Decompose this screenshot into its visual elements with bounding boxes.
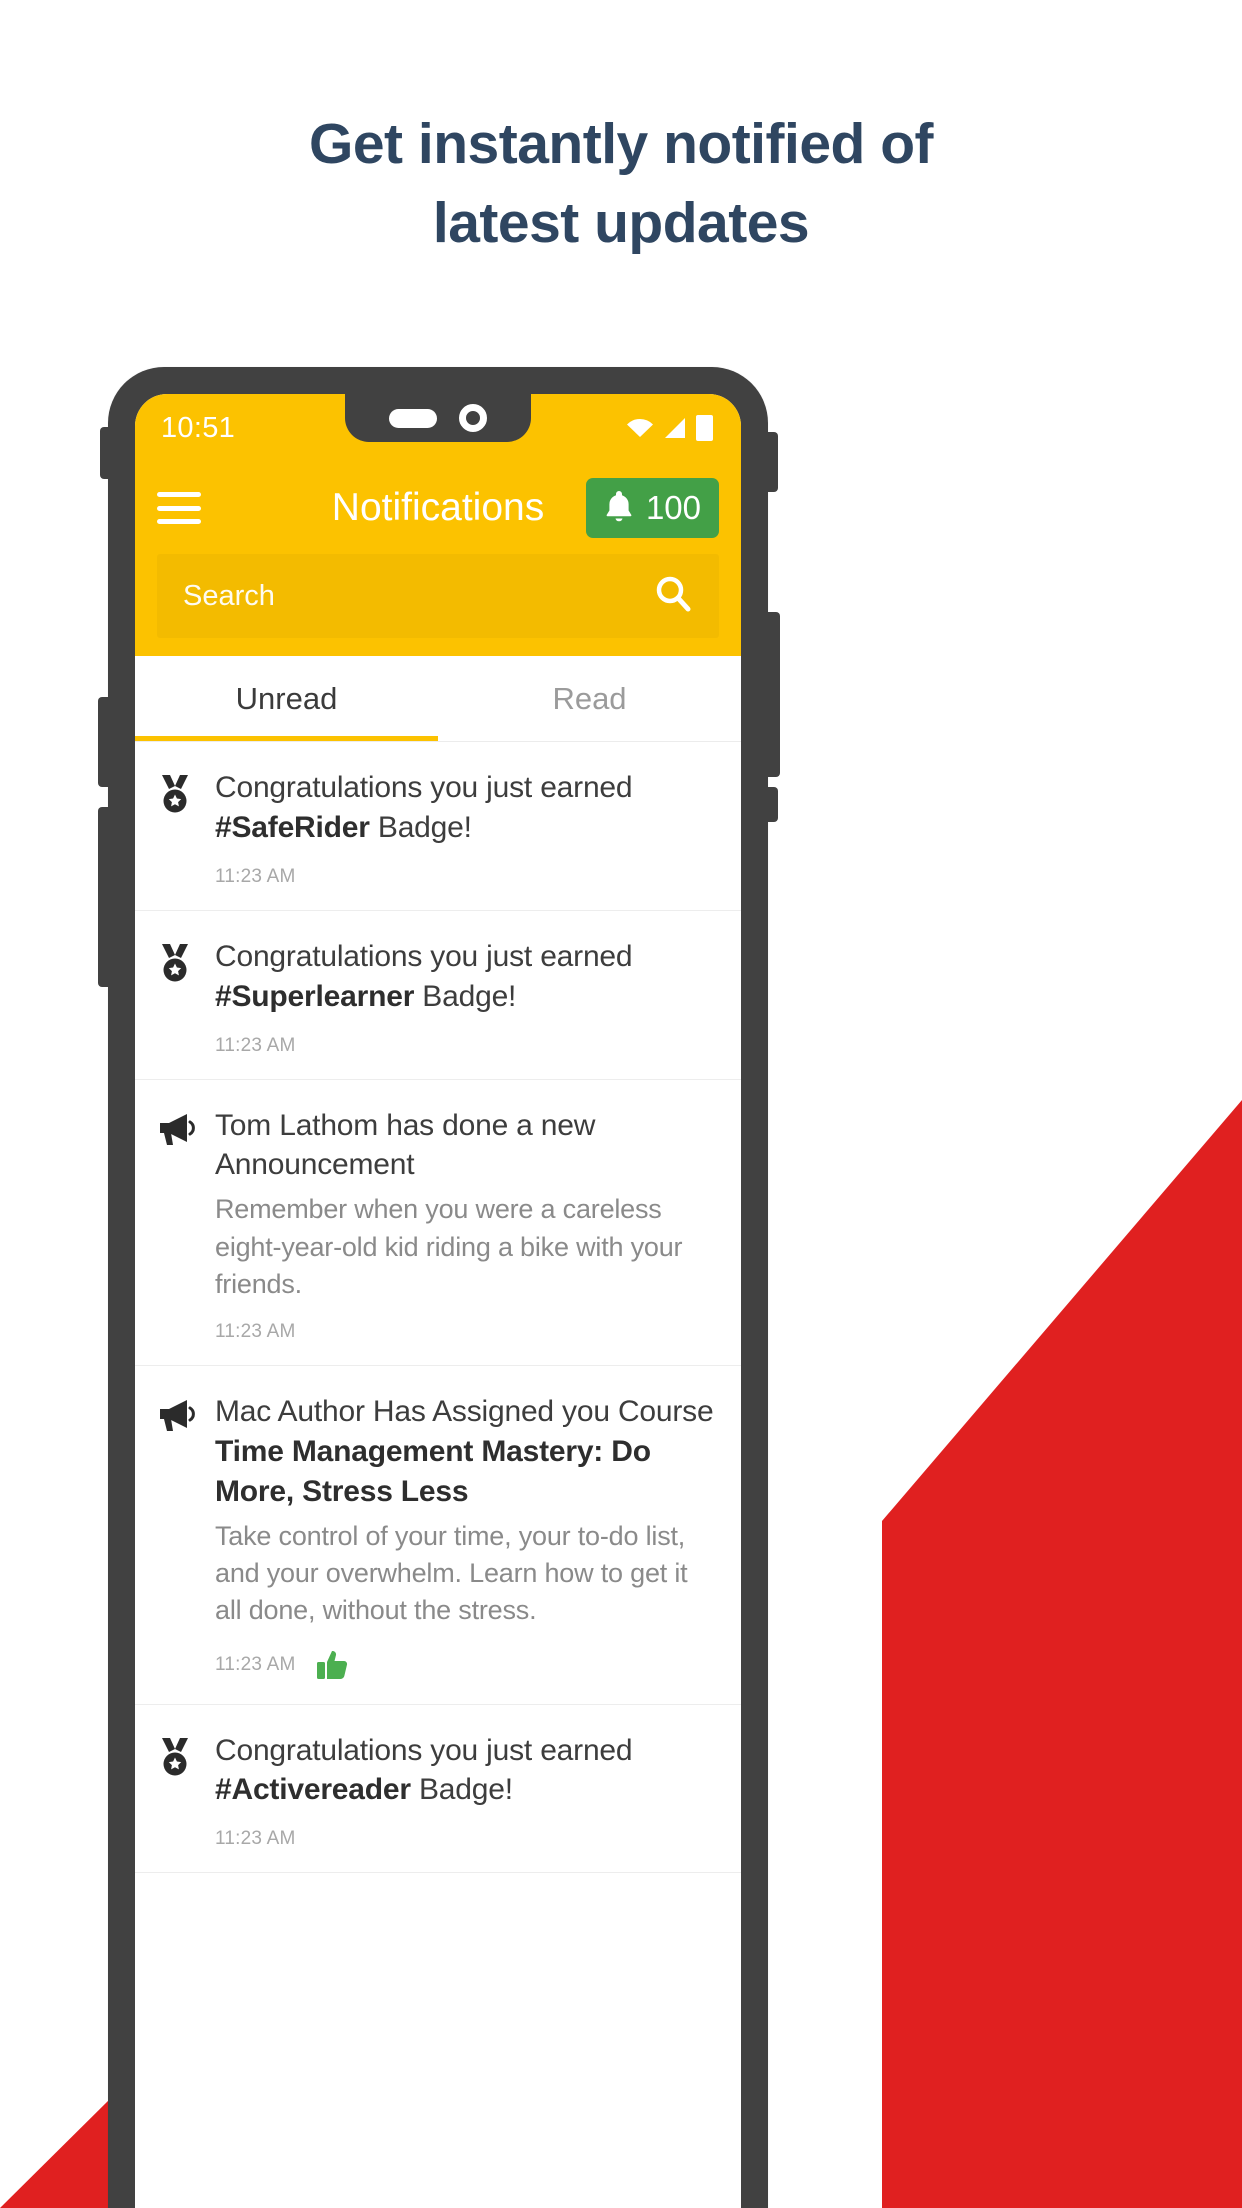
notification-title: Congratulations you just earned #Activer… — [215, 1733, 633, 1807]
notification-timestamp: 11:23 AM — [215, 1034, 296, 1056]
wifi-icon — [626, 418, 654, 438]
notification-item[interactable]: Congratulations you just earned #Superle… — [135, 911, 741, 1080]
notification-meta: 11:23 AM — [215, 1321, 715, 1343]
notification-body: Congratulations you just earned #Activer… — [215, 1731, 715, 1851]
phone-button-volume-down — [98, 807, 110, 987]
notification-item[interactable]: Tom Lathom has done a new Announcement Re… — [135, 1080, 741, 1367]
app-bar: Notifications 100 — [135, 462, 741, 554]
thumbs-up-icon[interactable] — [315, 1648, 349, 1682]
phone-screen: 10:51 Notifications 100 Search Unread Re… — [135, 394, 741, 2208]
status-bar-time: 10:51 — [161, 411, 236, 444]
notification-item[interactable]: Congratulations you just earned #SafeRid… — [135, 742, 741, 911]
front-camera — [459, 404, 487, 432]
notification-body: Congratulations you just earned #SafeRid… — [215, 768, 715, 888]
search-area: Search — [135, 554, 741, 656]
notification-count-badge[interactable]: 100 — [585, 478, 719, 538]
notification-timestamp: 11:23 AM — [215, 1653, 296, 1675]
search-icon[interactable] — [653, 574, 693, 619]
notification-description: Remember when you were a careless eight-… — [215, 1194, 683, 1299]
search-input[interactable]: Search — [183, 580, 653, 613]
megaphone-icon — [157, 1392, 197, 1681]
page-title: Get instantly notified of latest updates — [0, 105, 1242, 262]
phone-button-right-top — [766, 432, 778, 492]
phone-notch — [345, 394, 531, 442]
notification-title: Congratulations you just earned #Superle… — [215, 939, 633, 1013]
search-bar[interactable]: Search — [157, 554, 719, 638]
tab-unread[interactable]: Unread — [135, 656, 438, 741]
decorative-red-shape-right — [882, 1100, 1242, 2208]
notification-body: Mac Author Has Assigned you Course Time … — [215, 1392, 715, 1681]
tab-read[interactable]: Read — [438, 656, 741, 741]
notification-title: Mac Author Has Assigned you Course Time … — [215, 1395, 714, 1508]
headline-line-1: Get instantly notified of — [309, 112, 934, 176]
notification-description: Take control of your time, your to-do li… — [215, 1520, 688, 1626]
notification-tabs: Unread Read — [135, 656, 741, 742]
promo-screenshot: Get instantly notified of latest updates… — [0, 0, 1242, 2208]
phone-frame: 10:51 Notifications 100 Search Unread Re… — [98, 367, 780, 2208]
headline-line-2: latest updates — [432, 190, 810, 255]
battery-icon — [696, 415, 713, 441]
phone-button-power — [766, 612, 780, 777]
signal-icon — [663, 417, 687, 439]
status-bar-icons — [626, 415, 715, 441]
notification-body: Tom Lathom has done a new Announcement Re… — [215, 1106, 715, 1344]
bell-icon — [604, 489, 634, 528]
notification-title-highlight: Time Management Mastery: Do More, Stress… — [215, 1434, 651, 1508]
notification-list: Congratulations you just earned #SafeRid… — [135, 742, 741, 1874]
notification-title-highlight: #SafeRider — [215, 810, 370, 844]
phone-button-volume-up — [98, 697, 110, 787]
notification-item[interactable]: Congratulations you just earned #Activer… — [135, 1705, 741, 1874]
notification-meta: 11:23 AM — [215, 1648, 715, 1682]
notification-item[interactable]: Mac Author Has Assigned you Course Time … — [135, 1366, 741, 1705]
megaphone-icon — [157, 1106, 197, 1344]
notification-title-highlight: #Activereader — [215, 1773, 411, 1807]
medal-icon — [157, 1731, 197, 1851]
medal-icon — [157, 937, 197, 1057]
notification-count: 100 — [645, 489, 701, 526]
hamburger-menu-icon[interactable] — [157, 492, 201, 524]
notification-title: Congratulations you just earned #SafeRid… — [215, 771, 633, 844]
earpiece-speaker — [389, 408, 437, 428]
notification-title: Tom Lathom has done a new Announcement — [215, 1108, 596, 1182]
notification-title-highlight: #Superlearner — [215, 979, 415, 1013]
notification-meta: 11:23 AM — [215, 1828, 715, 1850]
medal-icon — [157, 768, 197, 888]
notification-timestamp: 11:23 AM — [215, 1828, 296, 1850]
notification-body: Congratulations you just earned #Superle… — [215, 937, 715, 1057]
notification-timestamp: 11:23 AM — [215, 1321, 296, 1343]
phone-button-right-bottom — [766, 787, 778, 822]
status-bar: 10:51 — [135, 394, 741, 462]
notification-timestamp: 11:23 AM — [215, 865, 296, 887]
notification-meta: 11:23 AM — [215, 1035, 715, 1057]
notification-meta: 11:23 AM — [215, 866, 715, 888]
phone-button-left-top — [100, 427, 110, 479]
